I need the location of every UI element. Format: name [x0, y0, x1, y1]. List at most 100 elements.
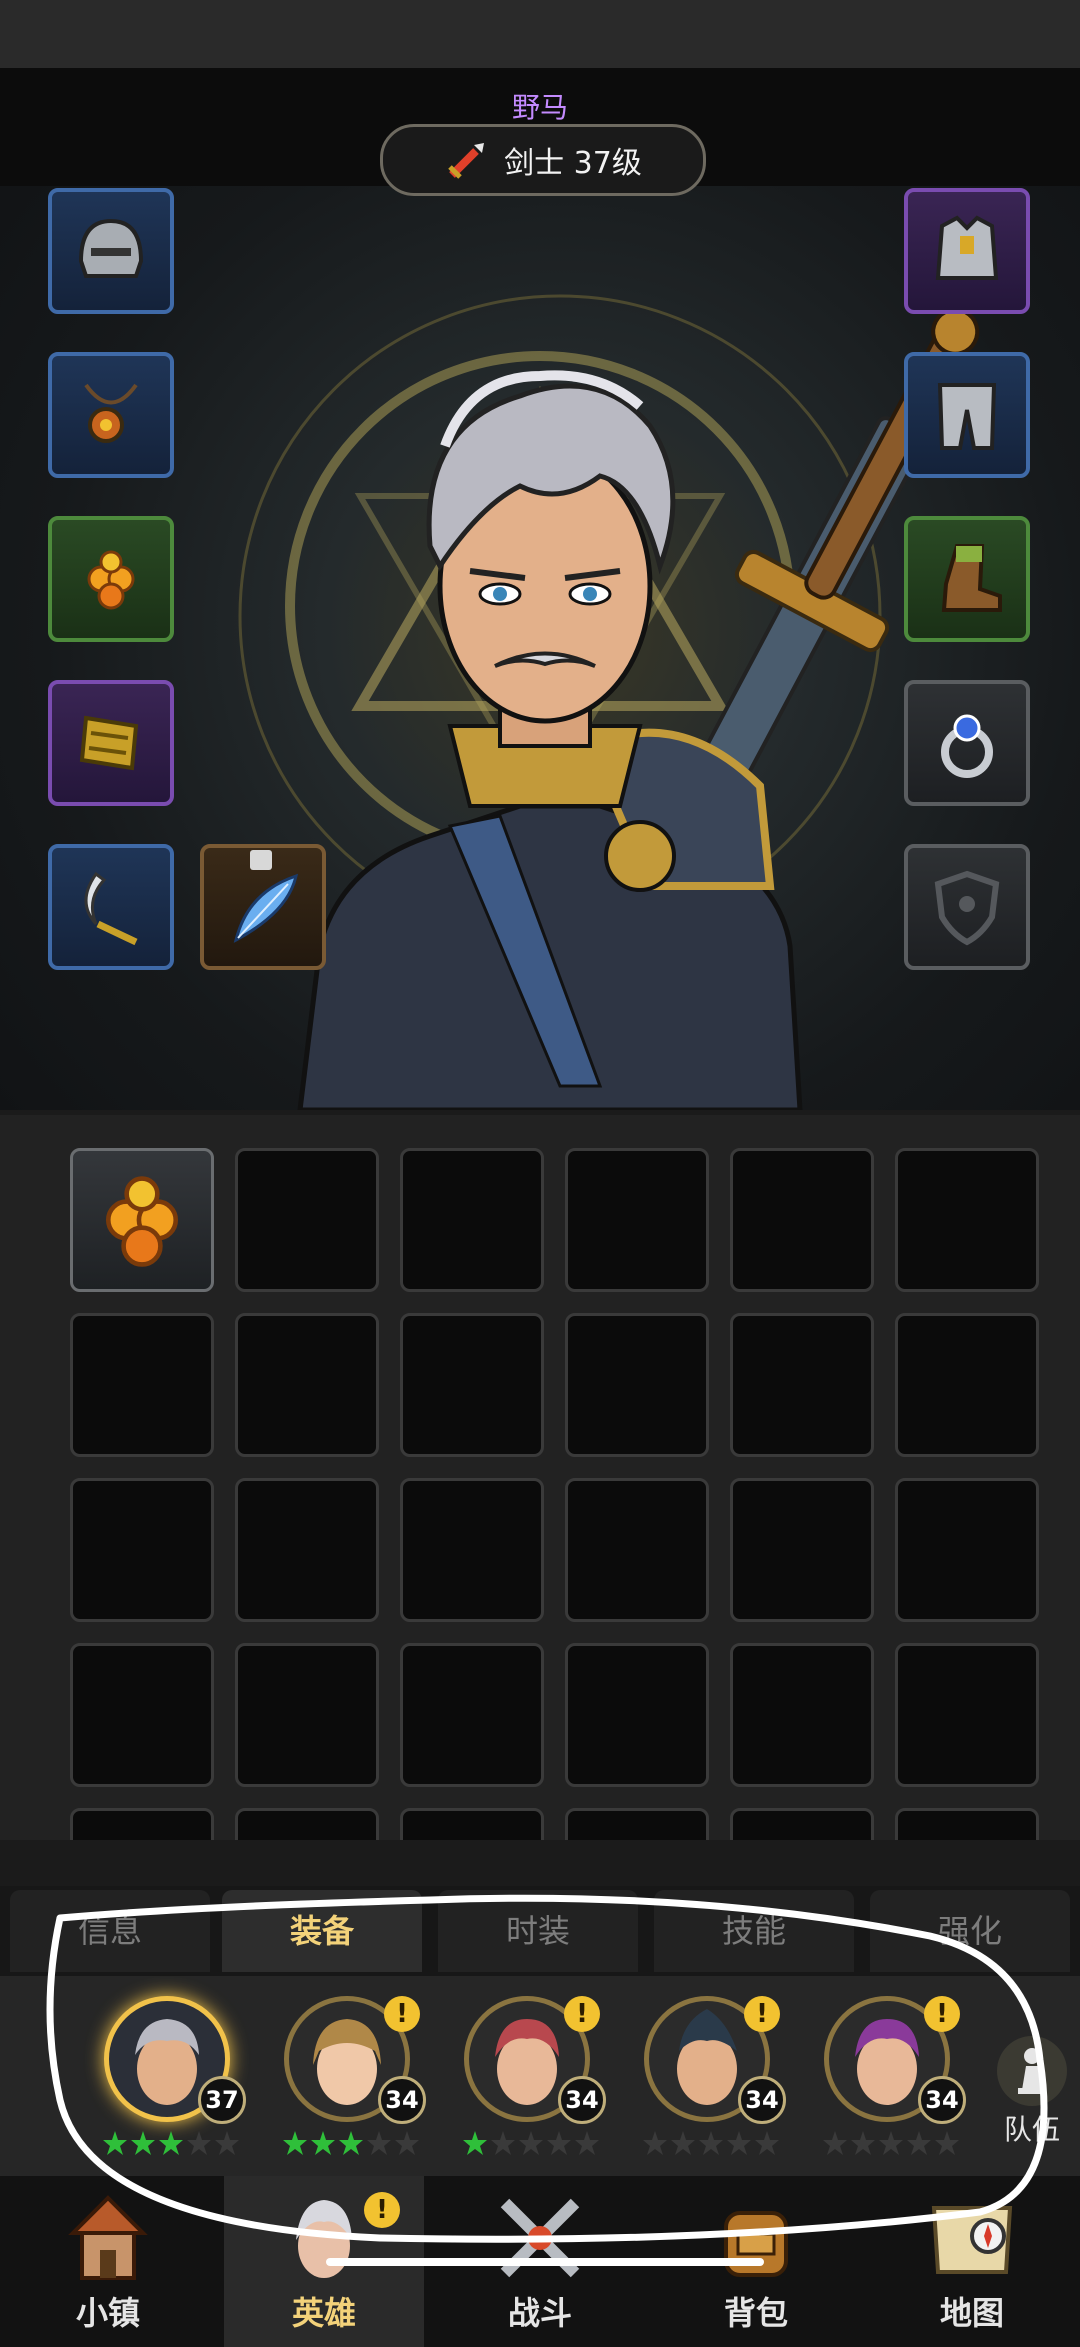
inventory-slot[interactable]	[70, 1478, 214, 1622]
inventory-slot[interactable]	[730, 1148, 874, 1292]
equip-slot-ring[interactable]	[904, 680, 1030, 806]
star-icon	[727, 2131, 751, 2155]
nav-map[interactable]: 地图	[872, 2176, 1072, 2347]
equip-slot-chest[interactable]	[904, 188, 1030, 314]
hero-illustration	[238, 294, 980, 1110]
inventory-slot[interactable]	[895, 1313, 1039, 1457]
chess-piece-icon	[997, 2036, 1067, 2106]
hero-icon	[296, 2200, 352, 2278]
inventory-slot[interactable]	[565, 1643, 709, 1787]
inventory-grid	[0, 1115, 1080, 1840]
star-icon	[547, 2131, 571, 2155]
hero-alert-badge: !	[924, 1996, 960, 2032]
hero-alert-badge: !	[384, 1996, 420, 2032]
inventory-slot[interactable]	[70, 1148, 214, 1292]
bottom-nav: 小镇 ! 英雄 战斗 背包 地图	[0, 2176, 1080, 2347]
star-icon	[755, 2131, 779, 2155]
inventory-slot[interactable]	[400, 1148, 544, 1292]
inventory-slot[interactable]	[400, 1313, 544, 1457]
equip-slot-legs[interactable]	[904, 352, 1030, 478]
amulet-icon	[84, 383, 138, 443]
nav-bag[interactable]: 背包	[656, 2176, 856, 2347]
star-rating	[282, 2130, 432, 2156]
honeycomb-icon	[105, 1176, 179, 1267]
inventory-slot[interactable]	[400, 1643, 544, 1787]
bracer-icon	[79, 715, 139, 771]
tab-equipment[interactable]: 装备	[222, 1890, 422, 1972]
helmet-icon	[78, 218, 144, 278]
inventory-slot[interactable]	[70, 1643, 214, 1787]
hero-roster: 37 ! 34 ! 34 ! 34 ! 34 队伍	[0, 1976, 1080, 2176]
tab-info[interactable]: 信息	[10, 1890, 210, 1972]
inventory-slot[interactable]	[730, 1313, 874, 1457]
roster-hero[interactable]: ! 34	[630, 1996, 790, 2166]
inventory-slot[interactable]	[895, 1643, 1039, 1787]
nav-town[interactable]: 小镇	[8, 2176, 208, 2347]
inventory-slot[interactable]	[235, 1808, 379, 1840]
roster-hero[interactable]: 37	[90, 1996, 250, 2166]
inventory-slot[interactable]	[70, 1313, 214, 1457]
nav-battle[interactable]: 战斗	[440, 2176, 640, 2347]
equip-slot-boots[interactable]	[904, 516, 1030, 642]
hero-level: 34	[918, 2076, 966, 2124]
inventory-slot[interactable]	[895, 1478, 1039, 1622]
inventory-slot[interactable]	[730, 1808, 874, 1840]
star-icon	[491, 2131, 515, 2155]
inventory-slot[interactable]	[895, 1808, 1039, 1840]
boots-icon	[941, 544, 1002, 612]
inventory-slot[interactable]	[235, 1148, 379, 1292]
nav-heroes[interactable]: ! 英雄	[224, 2176, 424, 2347]
inventory-slot[interactable]	[730, 1478, 874, 1622]
inventory-slot[interactable]	[400, 1478, 544, 1622]
feather-icon	[233, 873, 299, 943]
star-rating	[822, 2130, 972, 2156]
inventory-slot[interactable]	[235, 1478, 379, 1622]
class-level-badge: 剑士 37级	[380, 124, 706, 196]
star-icon	[699, 2131, 723, 2155]
hero-alert-badge: !	[564, 1996, 600, 2032]
hero-level: 34	[378, 2076, 426, 2124]
star-icon	[215, 2131, 239, 2155]
roster-hero[interactable]: ! 34	[450, 1996, 610, 2166]
inventory-slot[interactable]	[730, 1643, 874, 1787]
equip-slot-shield[interactable]	[904, 844, 1030, 970]
star-icon	[463, 2131, 487, 2155]
inventory-slot[interactable]	[565, 1808, 709, 1840]
roster-hero[interactable]: ! 34	[270, 1996, 430, 2166]
star-icon	[643, 2131, 667, 2155]
inventory-slot[interactable]	[400, 1808, 544, 1840]
star-rating	[462, 2130, 612, 2156]
lock-icon	[250, 850, 272, 870]
equip-slot-weapon[interactable]	[48, 844, 174, 970]
star-icon	[575, 2131, 599, 2155]
hero-alert-badge: !	[744, 1996, 780, 2032]
tab-costume[interactable]: 时装	[438, 1890, 638, 1972]
map-icon	[931, 2206, 1013, 2274]
inventory-slot[interactable]	[70, 1808, 214, 1840]
equip-slot-bracer[interactable]	[48, 680, 174, 806]
ring-icon	[941, 714, 993, 778]
inventory-slot[interactable]	[565, 1148, 709, 1292]
inventory-slot[interactable]	[565, 1313, 709, 1457]
leg-armor-icon	[937, 383, 997, 450]
star-icon	[851, 2131, 875, 2155]
team-button[interactable]: 队伍	[992, 2036, 1072, 2146]
crossed-swords-icon	[500, 2198, 580, 2278]
equip-slot-helmet[interactable]	[48, 188, 174, 314]
hero-level: 37	[198, 2076, 246, 2124]
star-icon	[159, 2131, 183, 2155]
inventory-slot[interactable]	[895, 1148, 1039, 1292]
inventory-slot[interactable]	[235, 1313, 379, 1457]
tab-skills[interactable]: 技能	[654, 1890, 854, 1972]
inventory-slot[interactable]	[235, 1643, 379, 1787]
nav-alert-badge: !	[364, 2192, 400, 2228]
equip-slot-charm[interactable]	[48, 516, 174, 642]
roster-hero[interactable]: ! 34	[810, 1996, 970, 2166]
nav-label: 小镇	[75, 2294, 140, 2332]
inventory-slot[interactable]	[565, 1478, 709, 1622]
star-icon	[935, 2131, 959, 2155]
star-rating	[102, 2130, 252, 2156]
tab-enhance[interactable]: 强化	[870, 1890, 1070, 1972]
equip-slot-amulet[interactable]	[48, 352, 174, 478]
nav-label: 地图	[939, 2294, 1004, 2332]
